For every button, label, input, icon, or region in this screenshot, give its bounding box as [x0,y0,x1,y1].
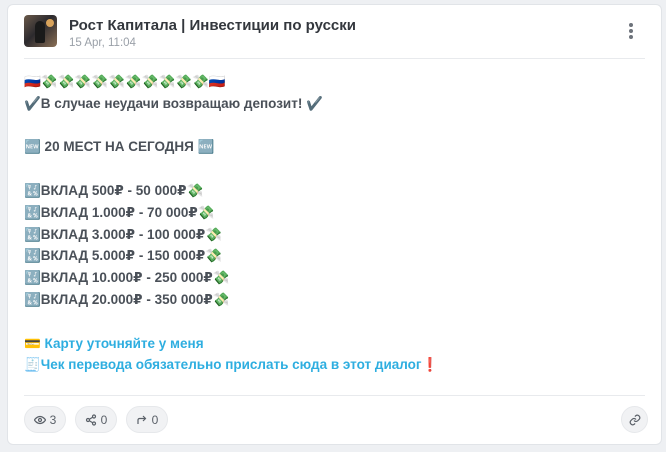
post-footer: 3 0 0 [24,406,648,434]
post-line [24,158,644,180]
post-line: 🇷🇺💸💸💸💸💸💸💸💸💸💸🇷🇺 [24,74,226,89]
post-line: ✔️В случае неудачи возвращаю депозит! ✔️ [24,95,323,111]
post-line: 🔣ВКЛАД 500₽ - 50 000₽💸 [24,182,204,198]
forward-button[interactable]: 0 [126,406,168,433]
post-line: 🔣ВКЛАД 20.000₽ - 350 000₽💸 [24,291,230,307]
share-button[interactable]: 0 [75,406,117,433]
channel-avatar[interactable] [24,15,57,47]
post-line: 🔣ВКЛАД 3.000₽ - 100 000₽💸 [24,226,223,242]
card-info-link[interactable]: 💳 Карту уточняйте у меня [24,333,644,355]
header-divider [24,58,645,59]
share-icon [85,413,96,426]
more-menu-icon[interactable] [624,20,638,42]
footer-divider [24,395,645,396]
views-count: 3 [49,412,57,427]
channel-title[interactable]: Рост Капитала | Инвестиции по русски [69,17,356,34]
post-header: Рост Капитала | Инвестиции по русски 15 … [24,15,644,49]
post-line: 🔣ВКЛАД 1.000₽ - 70 000₽💸 [24,204,215,220]
link-icon [629,414,640,425]
post-line [24,311,644,333]
views-counter[interactable]: 3 [24,406,66,433]
post-line: 🔣ВКЛАД 10.000₽ - 250 000₽💸 [24,270,230,286]
shares-count: 0 [100,412,108,427]
post-line [24,115,644,137]
post-date: 15 Apr, 11:04 [69,37,136,49]
forward-icon [137,415,147,424]
eye-icon [33,415,46,424]
forwards-count: 0 [151,412,159,427]
post-line: 🔣ВКЛАД 5.000₽ - 150 000₽💸 [24,248,223,264]
post-line: 🆕 20 МЕСТ НА СЕГОДНЯ 🆕 [24,139,215,155]
copy-link-button[interactable] [621,406,648,433]
post-body: 🇷🇺💸💸💸💸💸💸💸💸💸💸🇷🇺 ✔️В случае неудачи возвра… [24,71,644,376]
post-card: Рост Капитала | Инвестиции по русски 15 … [7,4,662,445]
receipt-info-link[interactable]: 🧾Чек перевода обязательно прислать сюда … [24,354,644,376]
